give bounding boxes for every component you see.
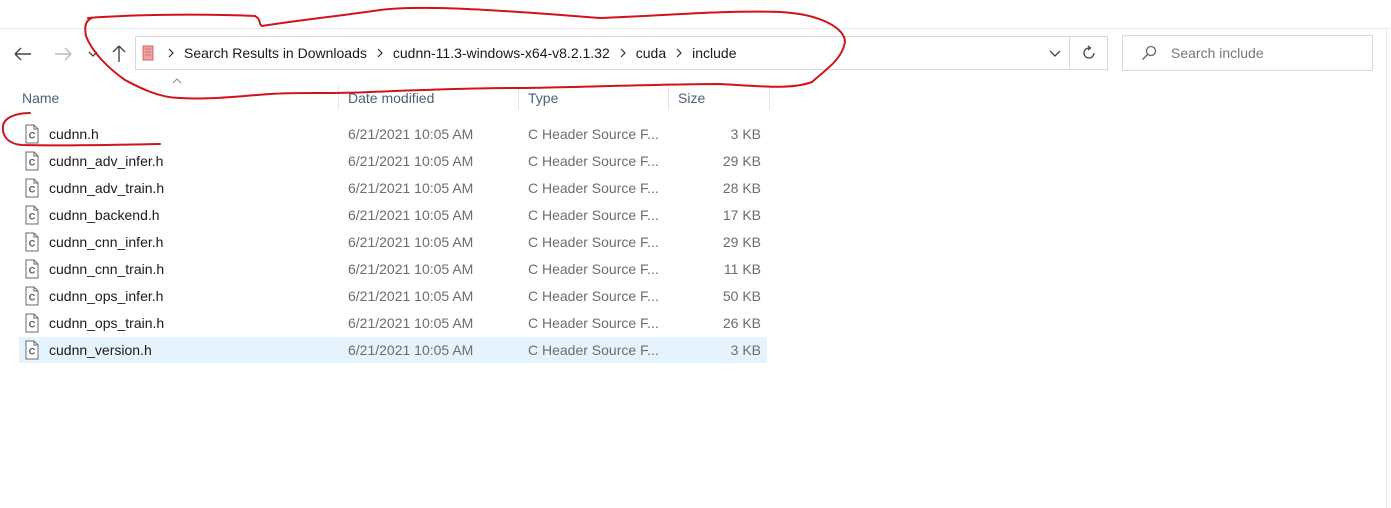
file-type: C Header Source F... — [528, 261, 659, 277]
c-header-file-icon: C — [25, 286, 39, 309]
file-row[interactable]: Ccudnn_cnn_infer.h 6/21/2021 10:05 AM C He… — [19, 229, 767, 255]
column-header-type[interactable]: Type — [523, 86, 669, 110]
file-name: cudnn_ops_train.h — [49, 315, 165, 331]
svg-text:C: C — [29, 158, 36, 168]
breadcrumb-separator-icon[interactable] — [614, 48, 632, 58]
file-name: cudnn_version.h — [49, 342, 152, 358]
arrow-left-icon — [14, 47, 31, 61]
file-size: 28 KB — [722, 180, 761, 196]
c-header-file-icon: C — [25, 178, 39, 201]
c-header-file-icon: C — [25, 151, 39, 174]
file-type: C Header Source F... — [528, 153, 659, 169]
sort-up-icon — [172, 78, 182, 84]
recent-locations-button[interactable] — [84, 40, 102, 68]
c-header-file-icon: C — [25, 259, 39, 282]
file-size: 26 KB — [722, 315, 761, 331]
search-icon — [1142, 45, 1157, 60]
svg-text:C: C — [29, 131, 36, 141]
c-header-file-icon: C — [25, 232, 39, 255]
file-date-modified: 6/21/2021 10:05 AM — [348, 126, 474, 142]
file-name: cudnn_backend.h — [49, 207, 160, 223]
svg-text:C: C — [29, 212, 36, 222]
breadcrumb-separator-icon[interactable] — [162, 48, 180, 58]
file-date-modified: 6/21/2021 10:05 AM — [348, 234, 474, 250]
file-type: C Header Source F... — [528, 234, 659, 250]
arrow-up-icon — [112, 45, 126, 62]
breadcrumb-search-results[interactable]: Search Results in Downloads — [180, 45, 371, 61]
file-size: 50 KB — [722, 288, 761, 304]
file-name: cudnn_adv_train.h — [49, 180, 165, 196]
search-input[interactable] — [1171, 45, 1361, 61]
column-header-size[interactable]: Size — [673, 86, 770, 110]
file-size: 3 KB — [730, 342, 761, 358]
refresh-icon — [1082, 45, 1095, 59]
arrow-right-icon — [55, 47, 72, 61]
breadcrumb-cuda[interactable]: cuda — [632, 45, 670, 61]
svg-text:C: C — [29, 185, 36, 195]
window-right-border — [1386, 28, 1387, 508]
c-header-file-icon: C — [25, 124, 39, 147]
chevron-down-icon — [1049, 50, 1061, 57]
file-row[interactable]: Ccudnn_adv_infer.h 6/21/2021 10:05 AM C He… — [19, 148, 767, 174]
file-name: cudnn.h — [49, 126, 99, 142]
file-date-modified: 6/21/2021 10:05 AM — [348, 261, 474, 277]
file-type: C Header Source F... — [528, 288, 659, 304]
svg-text:C: C — [29, 266, 36, 276]
breadcrumb-separator-icon[interactable] — [670, 48, 688, 58]
file-date-modified: 6/21/2021 10:05 AM — [348, 315, 474, 331]
chevron-down-icon — [88, 51, 98, 57]
column-header-name[interactable]: Name — [17, 86, 339, 110]
c-header-file-icon: C — [25, 313, 39, 336]
file-size: 29 KB — [722, 234, 761, 250]
file-date-modified: 6/21/2021 10:05 AM — [348, 180, 474, 196]
file-date-modified: 6/21/2021 10:05 AM — [348, 342, 474, 358]
address-dropdown-button[interactable] — [1049, 45, 1061, 64]
file-size: 11 KB — [723, 261, 761, 277]
back-button[interactable] — [10, 40, 36, 68]
file-size: 3 KB — [730, 126, 761, 142]
file-row[interactable]: Ccudnn_cnn_train.h 6/21/2021 10:05 AM C He… — [19, 256, 767, 282]
column-header-date-modified[interactable]: Date modified — [343, 86, 519, 110]
file-type: C Header Source F... — [528, 315, 659, 331]
file-type: C Header Source F... — [528, 180, 659, 196]
svg-text:C: C — [29, 347, 36, 357]
c-header-file-icon: C — [25, 205, 39, 228]
file-row[interactable]: Ccudnn_version.h 6/21/2021 10:05 AM C Head… — [19, 337, 767, 363]
breadcrumb-cudnn-folder[interactable]: cudnn-11.3-windows-x64-v8.2.1.32 — [389, 45, 614, 61]
file-type: C Header Source F... — [528, 207, 659, 223]
forward-button[interactable] — [50, 40, 76, 68]
file-row[interactable]: Ccudnn_backend.h 6/21/2021 10:05 AM C Head… — [19, 202, 767, 228]
search-folder-icon — [142, 45, 154, 61]
file-row[interactable]: Ccudnn_ops_infer.h 6/21/2021 10:05 AM C He… — [19, 283, 767, 309]
file-date-modified: 6/21/2021 10:05 AM — [348, 153, 474, 169]
file-type: C Header Source F... — [528, 126, 659, 142]
file-name: cudnn_cnn_train.h — [49, 261, 165, 277]
file-name: cudnn_adv_infer.h — [49, 153, 164, 169]
search-box[interactable] — [1122, 35, 1373, 71]
breadcrumb-include[interactable]: include — [688, 45, 740, 61]
file-size: 17 KB — [722, 207, 761, 223]
up-button[interactable] — [106, 40, 132, 68]
file-size: 29 KB — [722, 153, 761, 169]
file-row[interactable]: Ccudnn.h 6/21/2021 10:05 AM C Header Sourc… — [19, 121, 767, 147]
svg-text:C: C — [29, 293, 36, 303]
svg-text:C: C — [29, 239, 36, 249]
svg-text:C: C — [29, 320, 36, 330]
c-header-file-icon: C — [25, 340, 39, 363]
window-top-border — [0, 28, 1391, 29]
file-date-modified: 6/21/2021 10:05 AM — [348, 288, 474, 304]
breadcrumb-separator-icon[interactable] — [371, 48, 389, 58]
file-row[interactable]: Ccudnn_adv_train.h 6/21/2021 10:05 AM C He… — [19, 175, 767, 201]
file-date-modified: 6/21/2021 10:05 AM — [348, 207, 474, 223]
file-row[interactable]: Ccudnn_ops_train.h 6/21/2021 10:05 AM C He… — [19, 310, 767, 336]
address-bar[interactable]: Search Results in Downloads cudnn-11.3-w… — [135, 36, 1070, 70]
refresh-button[interactable] — [1070, 36, 1108, 70]
file-name: cudnn_cnn_infer.h — [49, 234, 164, 250]
file-name: cudnn_ops_infer.h — [49, 288, 164, 304]
file-type: C Header Source F... — [528, 342, 659, 358]
